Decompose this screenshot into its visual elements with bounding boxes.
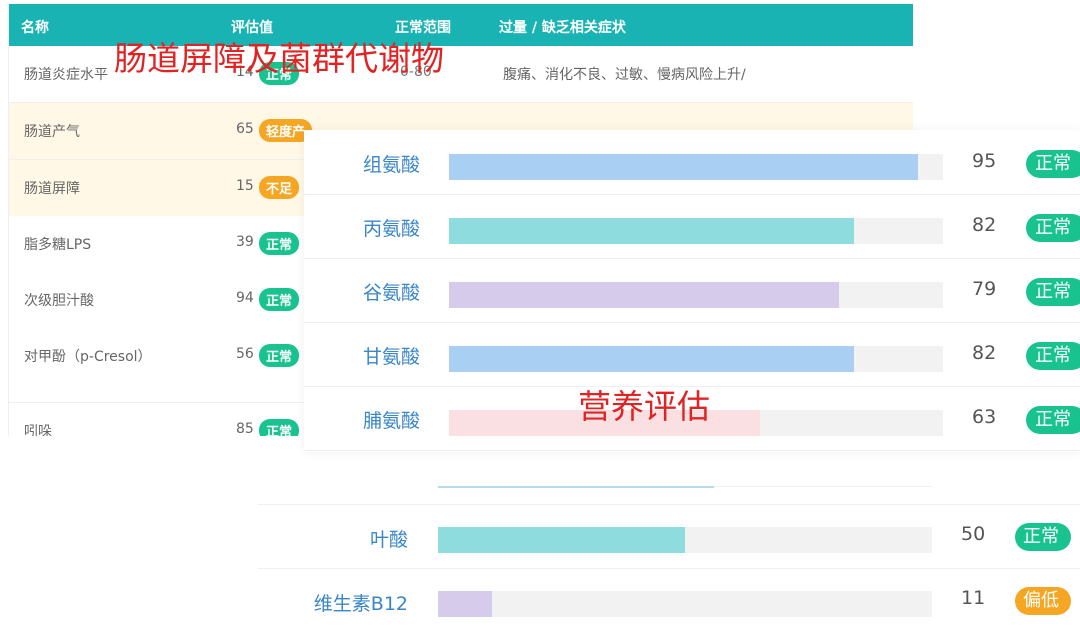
status-badge: 正常	[1026, 406, 1080, 434]
bar-fill	[438, 591, 492, 617]
row-value: 94	[236, 290, 254, 306]
status-badge: 不足	[259, 176, 300, 199]
amino-label: 谷氨酸	[362, 282, 420, 304]
vitamin-label: 叶酸	[369, 529, 408, 551]
row-symptoms: 腹痛、消化不良、过敏、慢病风险上升/	[503, 67, 746, 83]
status-badge: 正常	[259, 419, 300, 436]
bar-track	[438, 591, 932, 617]
section-title-nutrition: 营养评估	[578, 387, 710, 426]
row-value: 85	[236, 421, 254, 436]
row-value: 56	[236, 346, 254, 362]
bar-fill	[438, 527, 685, 553]
amino-value: 82	[972, 342, 997, 364]
bar-fill	[449, 218, 854, 244]
row-name: 脂多糖LPS	[24, 237, 92, 253]
amino-row: 甘氨酸 82 正常	[304, 322, 1080, 387]
vitamin-row: 维生素B12 11 偏低	[258, 568, 1080, 633]
row-name: 肠道产气	[24, 124, 80, 140]
status-badge: 正常	[259, 232, 300, 255]
row-name: 次级胆汁酸	[24, 293, 94, 309]
bar-track	[449, 282, 943, 308]
amino-row: 丙氨酸 82 正常	[304, 194, 1080, 259]
vitamin-label: 维生素B12	[313, 593, 408, 615]
amino-label: 甘氨酸	[362, 346, 420, 368]
amino-label: 组氨酸	[362, 154, 420, 176]
amino-row: 组氨酸 95 正常	[304, 130, 1080, 195]
status-badge: 正常	[1026, 214, 1080, 242]
row-value: 15	[236, 178, 254, 194]
amino-value: 63	[972, 406, 997, 428]
amino-row: 谷氨酸 79 正常	[304, 258, 1080, 323]
status-badge: 正常	[1026, 150, 1080, 178]
bar-track	[449, 154, 943, 180]
status-badge: 偏低	[1015, 587, 1071, 615]
status-badge: 正常	[1026, 278, 1080, 306]
status-badge: 正常	[1015, 523, 1071, 551]
row-name: 对甲酚（p-Cresol）	[24, 349, 152, 365]
row-value: 65	[236, 121, 254, 137]
row-value: 39	[236, 234, 254, 250]
bar-track	[438, 527, 932, 553]
amino-label: 丙氨酸	[362, 218, 420, 240]
vitamin-panel: 叶酸 50 正常 维生素B12 11 偏低	[258, 470, 1080, 631]
vitamin-value: 11	[961, 587, 986, 609]
row-name: 肠道炎症水平	[24, 67, 108, 83]
bar-fill	[449, 282, 839, 308]
amino-value: 95	[972, 150, 997, 172]
vitamin-row: 叶酸 50 正常	[258, 504, 1080, 569]
vitamin-value: 50	[961, 523, 986, 545]
amino-value: 82	[972, 214, 997, 236]
status-badge: 正常	[1026, 342, 1080, 370]
header-name: 名称	[21, 20, 49, 36]
bar-track	[449, 346, 943, 372]
status-badge: 正常	[259, 288, 300, 311]
amino-label: 脯氨酸	[362, 410, 420, 432]
header-symptoms: 过量 / 缺乏相关症状	[499, 20, 626, 36]
bar-fill	[449, 154, 918, 180]
bar-track	[449, 218, 943, 244]
row-name: 肠道屏障	[24, 181, 80, 197]
section-title-gut: 肠道屏障及菌群代谢物	[114, 39, 444, 78]
status-badge: 正常	[259, 344, 300, 367]
row-name: 吲哚	[24, 424, 52, 436]
divider-accent	[438, 486, 714, 488]
amino-value: 79	[972, 278, 997, 300]
bar-fill	[449, 346, 854, 372]
